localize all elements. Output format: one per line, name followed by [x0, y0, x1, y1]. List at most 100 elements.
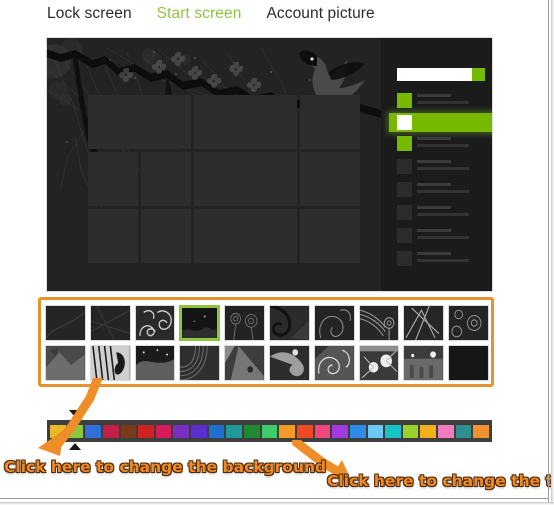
preview-search-input[interactable] — [397, 68, 485, 81]
preview-tile — [88, 152, 138, 206]
color-swatch[interactable] — [314, 424, 331, 438]
color-swatch[interactable] — [244, 424, 260, 438]
background-thumbnail[interactable] — [448, 345, 489, 381]
preview-menu-panel — [381, 38, 492, 291]
background-thumbnail[interactable] — [313, 345, 355, 381]
callout-theme: Click here to change the theme — [327, 472, 554, 491]
background-thumbnail[interactable] — [403, 305, 445, 341]
color-swatch[interactable] — [473, 424, 490, 438]
preview-tile — [88, 209, 138, 263]
search-icon[interactable] — [472, 68, 485, 81]
preview-tile — [141, 152, 191, 206]
settings-tabs: Lock screen Start screen Account picture — [47, 0, 375, 28]
preview-wallpaper — [47, 38, 381, 291]
preview-tile — [300, 95, 360, 149]
color-swatch[interactable] — [173, 424, 190, 438]
color-swatch[interactable] — [349, 424, 366, 438]
preview-tile — [300, 152, 360, 206]
background-thumbnail[interactable] — [358, 345, 400, 381]
menu-row-title — [417, 94, 451, 97]
color-swatch[interactable] — [332, 424, 348, 438]
preview-tile — [194, 152, 297, 206]
blossom — [247, 78, 261, 92]
blossom — [119, 68, 133, 82]
page-divider-bottom — [0, 498, 549, 499]
color-swatch[interactable] — [438, 424, 454, 438]
background-thumbnail[interactable] — [89, 345, 131, 381]
preview-menu-row[interactable] — [397, 250, 489, 267]
color-swatch[interactable] — [367, 424, 384, 438]
color-swatch[interactable] — [279, 424, 295, 438]
background-thumbnail[interactable] — [134, 345, 176, 381]
preview-menu-row[interactable] — [397, 181, 489, 198]
menu-row-swatch — [397, 136, 412, 151]
menu-row-title — [417, 183, 451, 186]
preview-menu-row[interactable] — [397, 204, 489, 221]
background-thumbnail[interactable] — [268, 345, 310, 381]
background-thumbnail[interactable] — [224, 345, 265, 381]
background-thumbnail-selected[interactable] — [179, 305, 221, 341]
menu-row-subtitle — [417, 213, 469, 216]
background-thumbnail[interactable] — [268, 305, 310, 341]
menu-row-swatch — [397, 159, 412, 174]
blossom — [229, 62, 243, 76]
blossom — [171, 52, 185, 66]
tab-start-screen[interactable]: Start screen — [157, 0, 242, 28]
menu-row-swatch — [397, 115, 412, 130]
menu-row-title — [417, 206, 451, 209]
preview-tile — [194, 95, 297, 149]
background-thumbnail[interactable] — [134, 305, 176, 341]
page-divider-right — [548, 0, 549, 505]
menu-row-subtitle — [417, 101, 469, 104]
color-swatch[interactable] — [402, 424, 419, 438]
preview-menu-row-selected[interactable] — [389, 113, 492, 132]
preview-menu-row[interactable] — [397, 227, 489, 244]
color-swatch[interactable] — [385, 424, 401, 438]
background-thumbnail[interactable] — [45, 305, 86, 341]
menu-row-subtitle — [417, 236, 469, 239]
color-swatch[interactable] — [261, 424, 278, 438]
color-swatch[interactable] — [226, 424, 243, 438]
callout-arrow-background-icon — [38, 378, 103, 456]
background-thumbnail[interactable] — [358, 305, 400, 341]
color-swatch[interactable] — [420, 424, 437, 438]
menu-row-swatch — [397, 182, 412, 197]
tab-account-picture[interactable]: Account picture — [266, 0, 374, 28]
color-swatch[interactable] — [120, 424, 137, 438]
menu-row-title — [417, 229, 451, 232]
menu-row-swatch — [397, 228, 412, 243]
background-thumbnail[interactable] — [403, 345, 445, 381]
menu-row-subtitle — [417, 167, 469, 170]
background-thumbnail[interactable] — [313, 305, 355, 341]
tab-lock-screen[interactable]: Lock screen — [47, 0, 132, 28]
color-swatch[interactable] — [455, 424, 472, 438]
menu-row-title — [417, 160, 451, 163]
color-swatch[interactable] — [296, 424, 313, 438]
menu-row-swatch — [397, 93, 412, 108]
background-thumbnail[interactable] — [45, 345, 86, 381]
color-swatch[interactable] — [155, 424, 172, 438]
preview-tile-grid — [88, 95, 360, 268]
color-swatch[interactable] — [191, 424, 207, 438]
background-thumbnail[interactable] — [224, 305, 265, 341]
background-thumbnail[interactable] — [448, 305, 489, 341]
blossom — [207, 74, 221, 88]
menu-row-subtitle — [417, 190, 469, 193]
preview-menu-row[interactable] — [397, 92, 489, 109]
preview-tile — [88, 95, 191, 149]
blossom — [152, 60, 166, 74]
color-swatch[interactable] — [208, 424, 225, 438]
preview-menu-row[interactable] — [397, 135, 489, 152]
menu-row-swatch — [397, 205, 412, 220]
blossom — [188, 66, 202, 80]
color-swatch[interactable] — [138, 424, 154, 438]
preview-tile — [194, 209, 297, 263]
page-root: Lock screen Start screen Account picture — [0, 0, 554, 505]
preview-menu-row[interactable] — [397, 158, 489, 175]
menu-row-subtitle — [417, 259, 469, 262]
preview-tile — [300, 209, 360, 263]
menu-row-swatch — [397, 251, 412, 266]
background-thumbnail[interactable] — [89, 305, 131, 341]
menu-row-title — [417, 252, 451, 255]
background-thumbnail[interactable] — [179, 345, 221, 381]
